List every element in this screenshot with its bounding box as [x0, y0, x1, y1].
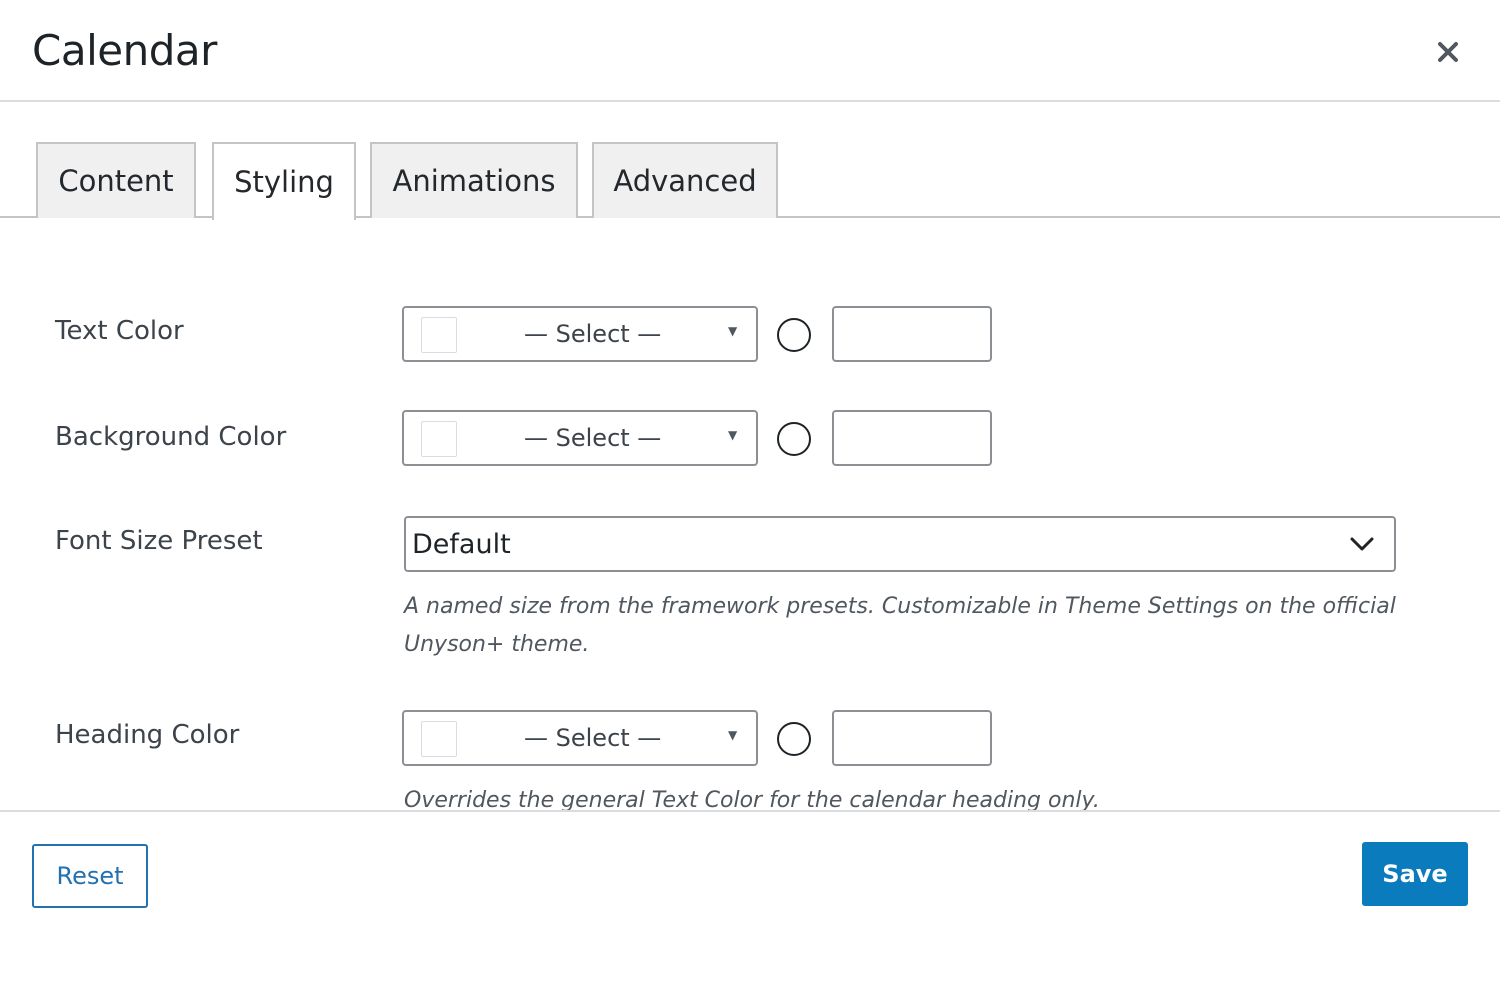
heading-color-help: Overrides the general Text Color for the…	[404, 788, 1100, 810]
color-swatch	[421, 317, 457, 353]
background-color-picker-radio[interactable]	[777, 422, 811, 456]
tab-content[interactable]: Content	[36, 142, 196, 218]
caret-down-icon: ▼	[728, 324, 738, 338]
close-button[interactable]	[1426, 30, 1470, 74]
save-button[interactable]: Save	[1362, 842, 1468, 906]
tab-animations[interactable]: Animations	[370, 142, 578, 218]
font-size-preset-help: A named size from the framework presets.…	[404, 594, 1396, 657]
heading-color-select[interactable]: — Select — ▼	[402, 710, 758, 766]
close-icon	[1438, 42, 1458, 62]
calendar-modal: Calendar Content Styling Animations Adva…	[0, 0, 1500, 1000]
tab-advanced[interactable]: Advanced	[592, 142, 778, 218]
text-color-hex-input[interactable]	[832, 306, 992, 362]
modal-footer: Reset Save	[0, 810, 1500, 1000]
text-color-label: Text Color	[55, 316, 184, 346]
heading-color-picker-radio[interactable]	[777, 722, 811, 756]
color-swatch	[421, 721, 457, 757]
modal-title: Calendar	[32, 26, 217, 75]
select-placeholder: — Select —	[524, 320, 662, 348]
color-swatch	[421, 421, 457, 457]
modal-header: Calendar	[0, 0, 1500, 102]
select-placeholder: — Select —	[524, 724, 662, 752]
background-color-select[interactable]: — Select — ▼	[402, 410, 758, 466]
styling-panel: Text Color — Select — ▼ Background Color…	[0, 218, 1500, 810]
font-size-preset-label: Font Size Preset	[55, 526, 263, 556]
caret-down-icon: ▼	[728, 428, 738, 442]
select-value: Default	[412, 529, 511, 560]
tab-styling[interactable]: Styling	[212, 142, 356, 220]
chevron-down-icon	[1350, 537, 1374, 551]
font-size-preset-select[interactable]: Default	[404, 516, 1396, 572]
tabs-bar: Content Styling Animations Advanced	[0, 142, 1500, 220]
heading-color-label: Heading Color	[55, 720, 240, 750]
select-placeholder: — Select —	[524, 424, 662, 452]
heading-color-hex-input[interactable]	[832, 710, 992, 766]
background-color-hex-input[interactable]	[832, 410, 992, 466]
caret-down-icon: ▼	[728, 728, 738, 742]
text-color-picker-radio[interactable]	[777, 318, 811, 352]
text-color-select[interactable]: — Select — ▼	[402, 306, 758, 362]
reset-button[interactable]: Reset	[32, 844, 148, 908]
background-color-label: Background Color	[55, 422, 287, 452]
